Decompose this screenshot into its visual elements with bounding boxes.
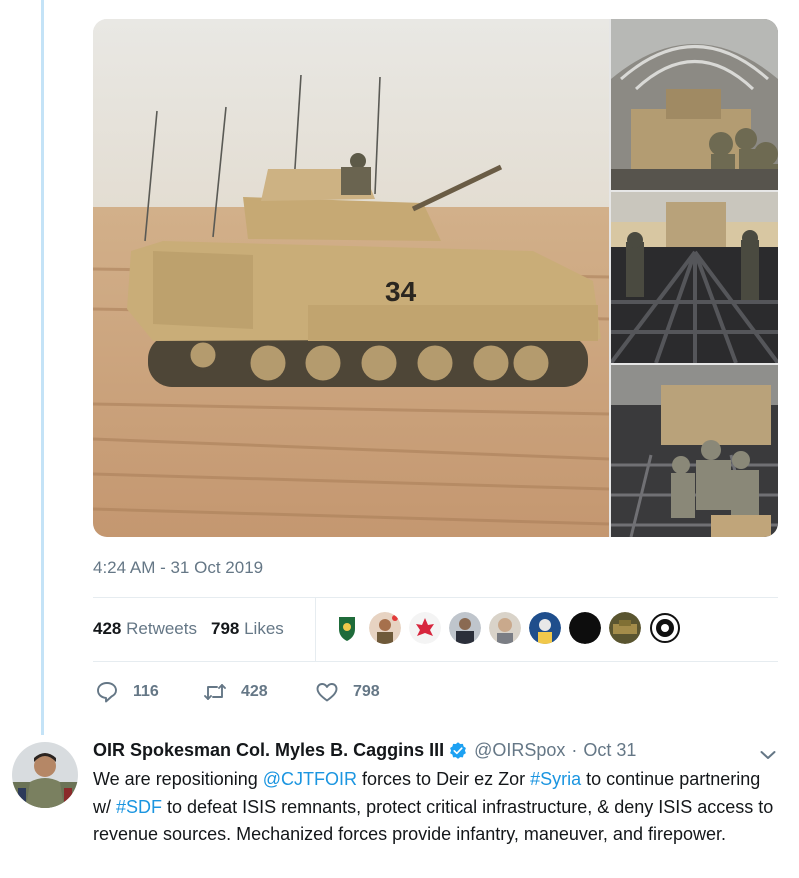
liker-avatar[interactable]	[489, 612, 521, 644]
verified-icon	[450, 741, 467, 759]
hashtag-link[interactable]: #SDF	[116, 797, 162, 817]
text-segment: forces to Deir ez Zor	[357, 769, 531, 789]
tank-number-marking: 34	[385, 276, 417, 307]
media-photo-crew-securing[interactable]	[611, 365, 778, 537]
text-segment: We are repositioning	[93, 769, 263, 789]
like-count: 798	[353, 683, 380, 700]
liker-avatar[interactable]	[369, 612, 401, 644]
likes-stat[interactable]: 798 Likes	[211, 619, 284, 638]
liker-avatar[interactable]	[449, 612, 481, 644]
tweet-text: We are repositioning @CJTFOIR forces to …	[93, 766, 783, 849]
divider	[93, 661, 778, 662]
likes-count: 798	[210, 619, 240, 638]
mention-link[interactable]: @CJTFOIR	[263, 769, 357, 789]
retweets-count: 428	[93, 619, 122, 638]
reply-count: 116	[133, 683, 159, 700]
media-photo-cargo-bay[interactable]	[611, 192, 778, 363]
like-icon	[316, 683, 338, 702]
retweet-icon	[204, 684, 226, 700]
liker-avatar[interactable]	[409, 612, 441, 644]
liker-avatar[interactable]	[331, 612, 363, 644]
likes-label: Likes	[244, 619, 284, 638]
stats-divider	[315, 598, 316, 661]
author-handle[interactable]: @OIRSpox	[474, 740, 565, 761]
tweet-action-bar: 116 428 798	[93, 680, 493, 710]
retweets-label: Retweets	[126, 619, 197, 638]
retweets-stat[interactable]: 428 Retweets	[93, 619, 197, 638]
author-name[interactable]: OIR Spokesman Col. Myles B. Caggins III	[93, 740, 444, 761]
divider	[93, 597, 778, 598]
liker-avatar[interactable]	[609, 612, 641, 644]
thread-connector-line	[41, 0, 44, 735]
retweet-count: 428	[241, 683, 268, 700]
tweet-timestamp[interactable]: 4:24 AM - 31 Oct 2019	[93, 558, 263, 578]
author-avatar[interactable]	[12, 742, 78, 808]
media-photo-tank[interactable]: 34	[93, 19, 609, 537]
reply-button[interactable]: 116	[95, 680, 159, 704]
tweet-date[interactable]: Oct 31	[583, 740, 636, 761]
tweet-stats: 428 Retweets 798 Likes	[93, 619, 284, 639]
tweet-media-grid: 34	[93, 19, 778, 537]
liker-avatar[interactable]	[569, 612, 601, 644]
text-segment: to defeat ISIS remnants, protect critica…	[93, 796, 774, 845]
chevron-down-icon[interactable]	[758, 745, 778, 765]
tweet-header: OIR Spokesman Col. Myles B. Caggins III …	[93, 740, 636, 761]
like-button[interactable]: 798	[315, 680, 380, 704]
retweet-button[interactable]: 428	[203, 680, 268, 704]
liker-avatar[interactable]	[529, 612, 561, 644]
header-separator: ·	[571, 740, 578, 760]
reply-icon	[97, 682, 117, 703]
media-photo-aircraft-loading[interactable]	[611, 19, 778, 190]
hashtag-link[interactable]: #Syria	[530, 769, 581, 789]
liker-avatar[interactable]	[649, 612, 681, 644]
